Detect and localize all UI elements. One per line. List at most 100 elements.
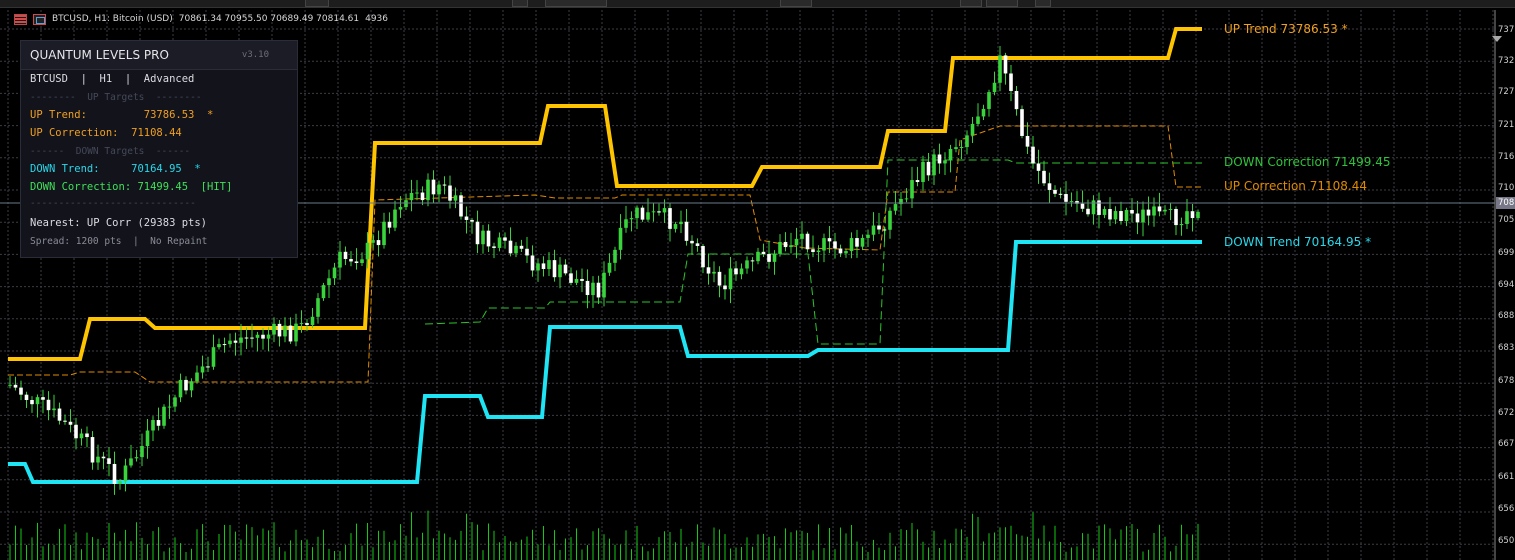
price-tick: 678 <box>1498 376 1515 386</box>
candle-body <box>547 260 551 269</box>
candle-body <box>239 337 243 343</box>
candle-body <box>272 323 276 335</box>
price-tick: 721 <box>1498 120 1515 130</box>
ohlc-values: 70861.34 70955.50 70689.49 70814.61 <box>178 14 360 24</box>
candle-body <box>13 384 18 388</box>
price-tick: 656 <box>1498 504 1515 514</box>
candle-body <box>635 207 639 219</box>
candle-body <box>492 246 496 248</box>
candle-body <box>475 221 480 245</box>
candle-body <box>57 408 62 421</box>
price-tick: 705 <box>1498 215 1515 225</box>
ask-marker-icon <box>1492 36 1502 42</box>
menu-icon[interactable] <box>14 13 27 25</box>
candle-body <box>343 251 348 259</box>
candle-body <box>101 456 106 459</box>
candle-body <box>893 204 898 211</box>
panel-nearest: Nearest: UP Corr (29383 pts) <box>30 217 208 229</box>
candle-body <box>932 154 936 176</box>
candle-body <box>569 273 573 283</box>
candle-body <box>508 240 513 254</box>
candle-body <box>580 278 584 281</box>
candle-body <box>1069 201 1074 203</box>
candle-body <box>173 397 177 407</box>
candle-body <box>838 248 843 254</box>
panel-down-trend: DOWN Trend: 70164.95 * <box>30 163 201 175</box>
candle-body <box>970 123 975 136</box>
candle-body <box>1168 208 1173 210</box>
candle-body <box>8 384 12 386</box>
candle-body <box>118 481 122 484</box>
candle-body <box>541 263 546 269</box>
candle-body <box>646 212 650 220</box>
candle-body <box>310 316 315 326</box>
quantum-levels-panel: QUANTUM LEVELS PRO v3.10 BTCUSD | H1 | A… <box>20 40 298 258</box>
price-tick: 710 <box>1498 183 1515 193</box>
candle-body <box>976 116 980 124</box>
candle-body <box>563 264 568 274</box>
candle-body <box>1058 193 1063 195</box>
price-tick: 661 <box>1498 472 1515 482</box>
candle-body <box>1163 209 1167 212</box>
candle-body <box>140 446 144 458</box>
candle-body <box>750 260 755 262</box>
candle-body <box>349 258 353 262</box>
candle-body <box>1185 211 1189 225</box>
chart-window-icon[interactable] <box>33 13 46 25</box>
candle-body <box>1025 135 1030 147</box>
candle-body <box>178 379 183 398</box>
panel-footer: Spread: 1200 pts | No Repaint <box>30 236 208 247</box>
candle-body <box>376 240 381 246</box>
candle-body <box>145 430 150 447</box>
price-tick: 688 <box>1498 311 1515 321</box>
candle-body <box>46 399 51 411</box>
candle-body <box>481 230 485 245</box>
candle-body <box>426 179 430 201</box>
candle-body <box>283 325 287 337</box>
down-targets-header: ------ DOWN Targets ------ <box>30 146 191 157</box>
candle-body <box>151 420 155 431</box>
candle-body <box>327 278 331 286</box>
candle-body <box>255 334 260 338</box>
candle-body <box>404 200 408 207</box>
price-tick: 727 <box>1498 87 1515 97</box>
candle-body <box>1080 203 1085 209</box>
candle-body <box>866 234 870 238</box>
candle-body <box>723 285 727 290</box>
candle-body <box>195 372 199 382</box>
candle-body <box>712 271 716 274</box>
candle-body <box>805 233 810 250</box>
candle-body <box>321 285 326 299</box>
candle-body <box>558 264 562 278</box>
label-up-correction: UP Correction 71108.44 <box>1224 179 1367 193</box>
candle-body <box>525 248 529 256</box>
candle-body <box>162 406 166 426</box>
candle-body <box>943 160 947 164</box>
candle-body <box>954 147 958 150</box>
candle-body <box>228 340 232 345</box>
candle-body <box>822 238 826 251</box>
candle-body <box>1113 211 1118 220</box>
candle-body <box>1157 206 1162 212</box>
candle-body <box>888 210 892 230</box>
candle-body <box>24 394 29 401</box>
candle-body <box>1130 209 1134 214</box>
candle-body <box>981 108 986 117</box>
candle-body <box>244 337 249 339</box>
candle-body <box>442 184 447 186</box>
candle-body <box>937 154 942 164</box>
candle-body <box>1014 90 1019 110</box>
candle-body <box>459 195 463 217</box>
candle-body <box>63 420 67 422</box>
candle-body <box>129 458 133 466</box>
candle-body <box>816 250 821 252</box>
candle-body <box>965 135 969 147</box>
candle-body <box>68 421 73 425</box>
price-tick: 650 <box>1498 536 1515 546</box>
candle-body <box>486 230 491 247</box>
candle-body <box>530 255 535 271</box>
candle-body <box>756 251 760 262</box>
candle-body <box>910 180 914 199</box>
candle-body <box>921 161 925 183</box>
candle-body <box>266 334 271 339</box>
